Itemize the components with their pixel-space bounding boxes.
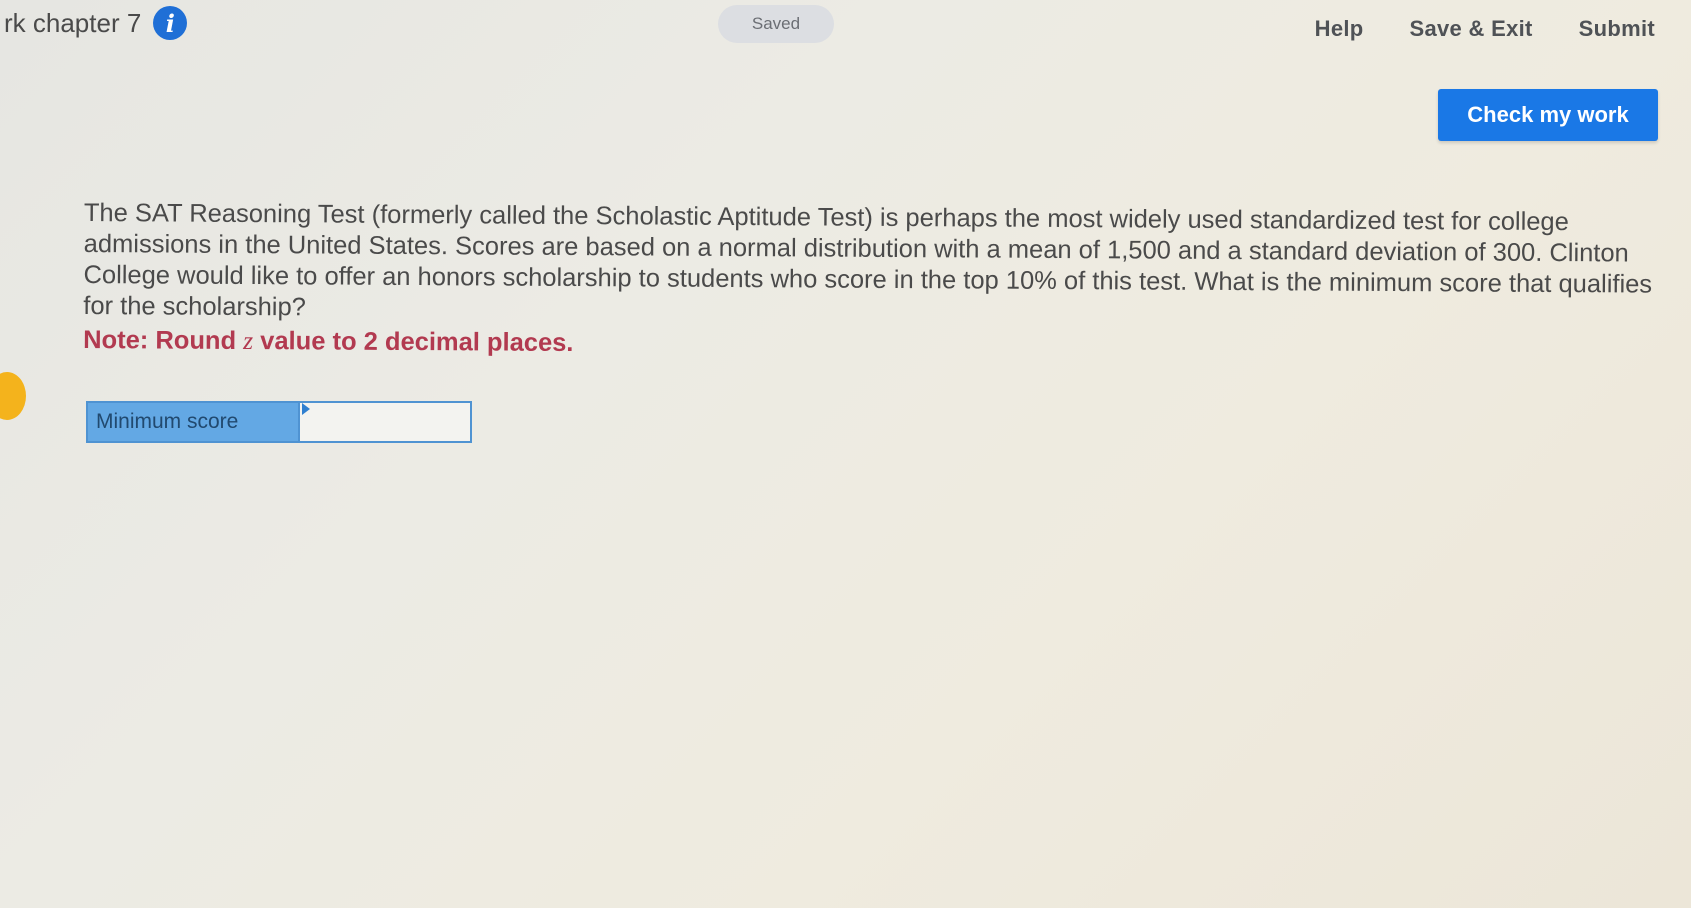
top-nav-links: Help Save & Exit Submit xyxy=(1315,16,1655,42)
answer-input-wrapper xyxy=(300,401,472,443)
save-exit-link[interactable]: Save & Exit xyxy=(1410,16,1533,42)
rounding-note: Note: Round z value to 2 decimal places. xyxy=(83,324,1663,366)
assignment-title: rk chapter 7 i xyxy=(4,6,188,40)
saved-status-badge: Saved xyxy=(718,5,834,43)
help-link[interactable]: Help xyxy=(1315,16,1364,42)
question-body: The SAT Reasoning Test (formerly called … xyxy=(83,198,1664,366)
info-icon[interactable]: i xyxy=(153,6,188,40)
question-marker xyxy=(0,372,26,420)
assignment-title-text: rk chapter 7 xyxy=(4,7,142,38)
minimum-score-input[interactable] xyxy=(300,401,472,443)
note-suffix: value to 2 decimal places. xyxy=(253,327,574,357)
top-bar: rk chapter 7 i Saved Help Save & Exit Su… xyxy=(0,0,1691,60)
check-my-work-button[interactable]: Check my work xyxy=(1438,89,1658,141)
answer-label: Minimum score xyxy=(86,401,300,443)
input-flag-icon xyxy=(302,403,310,415)
question-text: The SAT Reasoning Test (formerly called … xyxy=(83,198,1653,322)
note-variable: z xyxy=(243,325,254,356)
submit-link[interactable]: Submit xyxy=(1579,16,1655,42)
note-prefix: Note: Round xyxy=(83,325,244,355)
answer-row: Minimum score xyxy=(86,401,472,443)
